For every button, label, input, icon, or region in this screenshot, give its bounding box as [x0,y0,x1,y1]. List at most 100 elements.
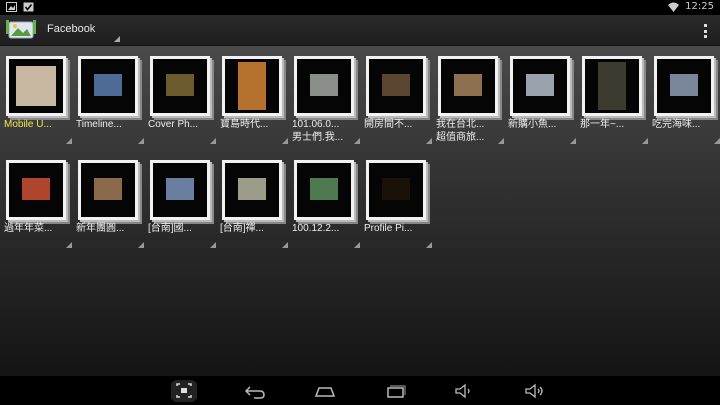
album-thumbnail[interactable] [222,160,282,220]
album-menu-caret-icon[interactable] [426,242,432,248]
album-tile[interactable]: Timeline... [76,54,144,150]
album-title: 寶島時代... [220,118,288,131]
album-cover-photo [598,62,626,110]
album-title-line: 男士們.我... [292,132,344,143]
overflow-menu-icon[interactable] [702,24,708,38]
album-thumbnail[interactable] [366,56,426,116]
album-title-line: Cover Ph... [148,119,199,130]
album-title: Timeline... [76,118,144,131]
album-title: 我在台北... 超值商旅... [436,118,504,144]
album-title-line: 吃完海味... [652,119,701,130]
album-title-line: 新購小魚... [508,119,557,130]
album-tile[interactable]: 寶島時代... [220,54,288,150]
album-tile[interactable]: 那一年~... [580,54,648,150]
album-title: 新購小魚... [508,118,576,131]
album-menu-caret-icon[interactable] [354,242,360,248]
album-tile[interactable]: 我在台北... 超值商旅... [436,54,504,150]
album-thumbnail[interactable] [294,160,354,220]
album-cover-photo [94,178,122,200]
album-title: [台南]禪... [220,222,288,235]
album-thumbnail[interactable] [582,56,642,116]
album-tile[interactable]: Cover Ph... [148,54,216,150]
album-title-line: 那一年~... [580,119,625,130]
action-bar: Facebook [0,15,720,46]
album-title: 100.12.2... [292,222,360,235]
album-cover-photo [454,74,482,96]
album-title: Profile Pi... [364,222,432,235]
album-thumbnail[interactable] [510,56,570,116]
album-thumbnail[interactable] [366,160,426,220]
album-title-line: Profile Pi... [364,223,413,234]
wifi-icon [668,2,680,12]
album-title: 過年年菜... [4,222,72,235]
album-tile[interactable]: Profile Pi... [364,158,432,254]
album-title: 新年團圓... [76,222,144,235]
album-tile[interactable]: 101.06.0... 男士們.我... [292,54,360,150]
album-menu-caret-icon[interactable] [138,242,144,248]
title-dropdown-caret-icon[interactable] [114,36,120,42]
album-tile[interactable]: 開房間不... [364,54,432,150]
album-title: 101.06.0... 男士們.我... [292,118,360,144]
album-title: 吃完海味... [652,118,720,131]
album-cover-photo [382,178,410,200]
album-tile[interactable]: Mobile U... [4,54,72,150]
album-thumbnail[interactable] [6,160,66,220]
album-menu-caret-icon[interactable] [138,138,144,144]
album-cover-photo [94,74,122,96]
album-cover-photo [310,74,338,96]
album-tile[interactable]: 100.12.2... [292,158,360,254]
screenshot-icon[interactable] [168,378,200,404]
album-thumbnail[interactable] [6,56,66,116]
album-thumbnail[interactable] [78,160,138,220]
back-icon[interactable] [242,380,268,402]
album-cover-photo [526,74,554,96]
album-thumbnail[interactable] [654,56,714,116]
album-cover-photo [670,74,698,96]
album-title: 那一年~... [580,118,648,131]
album-thumbnail[interactable] [150,56,210,116]
album-menu-caret-icon[interactable] [282,138,288,144]
album-menu-caret-icon[interactable] [642,138,648,144]
album-cover-photo [22,178,50,200]
album-tile[interactable]: [台南]禪... [220,158,288,254]
album-menu-caret-icon[interactable] [426,138,432,144]
album-cover-photo [310,178,338,200]
album-tile[interactable]: [台南]國... [148,158,216,254]
volume-up-icon[interactable] [522,380,548,402]
album-tile[interactable]: 吃完海味... [652,54,720,150]
album-title-line: [台南]國... [148,223,192,234]
app-title[interactable]: Facebook [47,23,95,35]
status-time: 12:25 [685,1,714,12]
album-menu-caret-icon[interactable] [714,138,720,144]
album-title: 開房間不... [364,118,432,131]
album-cover-photo [238,178,266,200]
album-thumbnail[interactable] [150,160,210,220]
facebook-album-icon[interactable] [6,18,36,43]
album-title-line: 新年團圓... [76,223,125,234]
album-menu-caret-icon[interactable] [66,138,72,144]
album-menu-caret-icon[interactable] [570,138,576,144]
album-thumbnail[interactable] [78,56,138,116]
album-menu-caret-icon[interactable] [210,138,216,144]
album-tile[interactable]: 過年年菜... [4,158,72,254]
album-title-line: 101.06.0... [292,119,340,130]
album-tile[interactable]: 新年團圓... [76,158,144,254]
album-menu-caret-icon[interactable] [354,138,360,144]
album-menu-caret-icon[interactable] [210,242,216,248]
album-tile[interactable]: 新購小魚... [508,54,576,150]
album-thumbnail[interactable] [222,56,282,116]
volume-down-icon[interactable] [451,380,477,402]
home-icon[interactable] [312,380,338,402]
album-menu-caret-icon[interactable] [66,242,72,248]
navigation-bar [0,376,720,405]
album-cover-photo [166,178,194,200]
album-menu-caret-icon[interactable] [498,138,504,144]
album-title-line: 我在台北... [436,119,485,130]
recent-apps-icon[interactable] [383,380,409,402]
album-grid-area: Mobile U... Timeline... Cover Ph... 寶島時代...… [0,46,720,376]
album-menu-caret-icon[interactable] [282,242,288,248]
album-thumbnail[interactable] [438,56,498,116]
album-thumbnail[interactable] [294,56,354,116]
album-title: Mobile U... [4,118,72,131]
status-bar: 12:25 [0,0,720,15]
